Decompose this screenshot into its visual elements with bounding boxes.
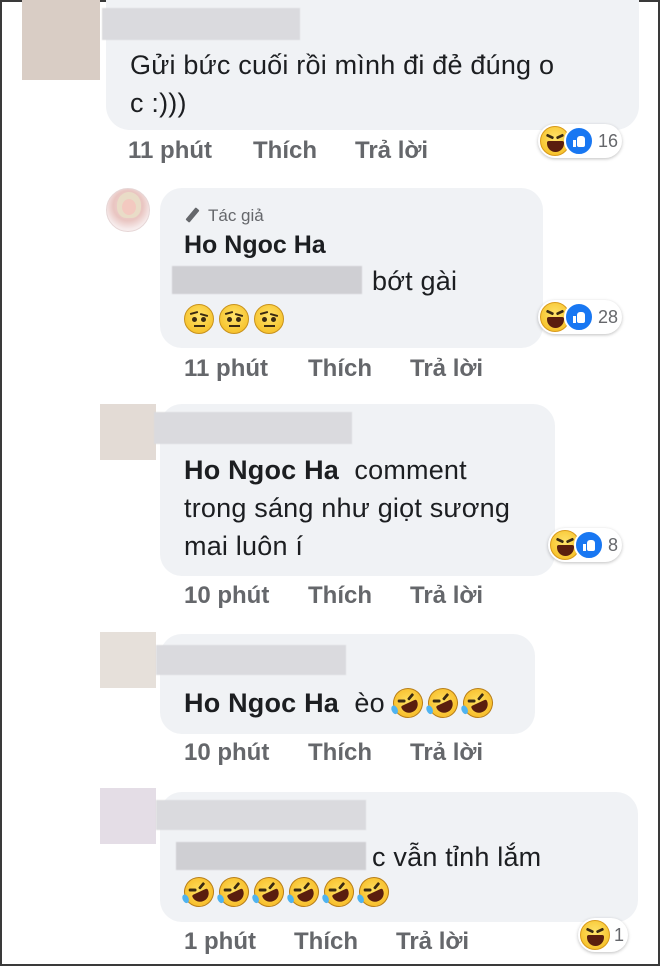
author-name[interactable]: Ho Ngoc Ha [184, 231, 326, 260]
comment-text: Ho Ngoc Ha comment trong sáng như giọt s… [184, 455, 511, 561]
emoji-row [179, 872, 394, 912]
rofl-emoji [457, 683, 498, 723]
reply-button[interactable]: Trả lời [410, 355, 483, 383]
avatar[interactable] [100, 788, 156, 844]
mentioned-name-blurred[interactable] [172, 266, 362, 294]
author-badge: Tác giả [184, 206, 264, 226]
comment-timestamp[interactable]: 10 phút [184, 582, 269, 610]
commenter-name-blurred[interactable] [156, 800, 366, 830]
like-button[interactable]: Thích [308, 355, 372, 383]
comment-actions: 10 phút Thích Trả lời [0, 739, 660, 769]
reaction-count: 8 [608, 534, 619, 555]
haha-icon [580, 920, 610, 950]
comment-timestamp[interactable]: 11 phút [128, 137, 212, 165]
raised-eyebrow-emoji [254, 304, 284, 334]
commenter-name-blurred[interactable] [156, 645, 346, 675]
rofl-emoji [422, 683, 463, 723]
comment-text: bớt gài [372, 266, 458, 296]
author-avatar[interactable] [106, 188, 150, 232]
reply-button[interactable]: Trả lời [410, 739, 483, 767]
reaction-summary[interactable]: 1 [578, 918, 629, 952]
pencil-icon [184, 207, 202, 225]
rofl-emoji [214, 872, 254, 912]
rofl-emoji [319, 872, 359, 912]
raised-eyebrow-emoji [219, 304, 249, 334]
comment-timestamp[interactable]: 1 phút [184, 928, 256, 956]
rofl-emoji [179, 872, 219, 912]
avatar[interactable] [100, 632, 156, 688]
emoji-row [184, 300, 289, 338]
comment-actions: 1 phút Thích Trả lời [0, 928, 660, 958]
mentioned-user[interactable]: Ho Ngoc Ha [184, 688, 339, 718]
rofl-emoji [387, 683, 428, 723]
reaction-summary[interactable]: 8 [548, 528, 623, 562]
comment-text: Ho Ngoc Ha èo [184, 683, 498, 723]
rofl-emoji [249, 872, 289, 912]
like-icon [564, 302, 594, 332]
reaction-summary[interactable]: 16 [538, 124, 623, 158]
like-button[interactable]: Thích [253, 137, 317, 165]
commenter-name-blurred[interactable] [154, 412, 352, 444]
commenter-name-blurred[interactable] [102, 8, 300, 40]
like-button[interactable]: Thích [308, 582, 372, 610]
mentioned-name-blurred[interactable] [176, 842, 366, 870]
avatar[interactable] [22, 0, 100, 80]
mentioned-user[interactable]: Ho Ngoc Ha [184, 455, 339, 485]
like-icon [574, 530, 604, 560]
like-icon [564, 126, 594, 156]
comment-timestamp[interactable]: 11 phút [184, 355, 268, 383]
comment-timestamp[interactable]: 10 phút [184, 739, 269, 767]
reaction-summary[interactable]: 28 [538, 300, 623, 334]
reply-button[interactable]: Trả lời [355, 137, 428, 165]
reply-button[interactable]: Trả lời [410, 582, 483, 610]
comment-actions: 11 phút Thích Trả lời [0, 355, 660, 385]
reaction-count: 1 [614, 924, 625, 945]
comment-actions: 10 phút Thích Trả lời [0, 582, 660, 612]
like-button[interactable]: Thích [308, 739, 372, 767]
reply-button[interactable]: Trả lời [396, 928, 469, 956]
raised-eyebrow-emoji [184, 304, 214, 334]
avatar[interactable] [100, 404, 156, 460]
reaction-count: 16 [598, 130, 619, 151]
like-button[interactable]: Thích [294, 928, 358, 956]
rofl-emoji [284, 872, 324, 912]
comment-text: c vẫn tỉnh lắm [372, 842, 542, 872]
reaction-count: 28 [598, 306, 619, 327]
comment-text: Gửi bức cuối rồi mình đi đẻ đúng o c :))… [130, 50, 555, 118]
rofl-emoji [354, 872, 394, 912]
